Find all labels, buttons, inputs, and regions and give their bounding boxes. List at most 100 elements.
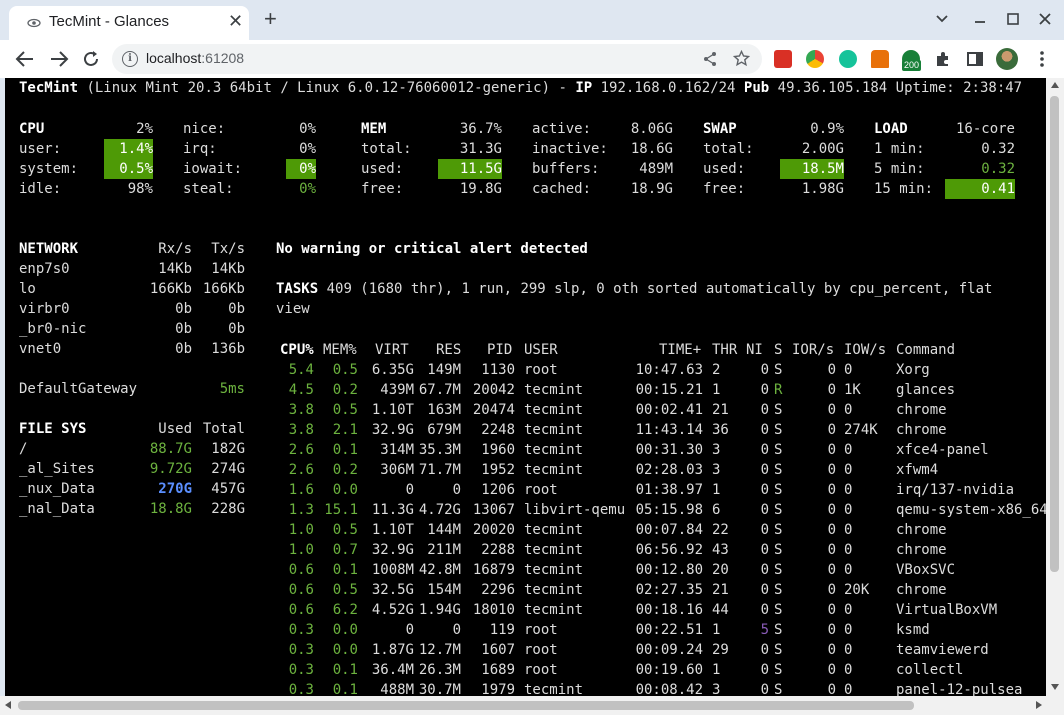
process-mem: 0.0 bbox=[332, 622, 358, 638]
filesys-used-value: 9.72G bbox=[149, 461, 192, 477]
flipboard-extension-icon[interactable] bbox=[774, 50, 792, 68]
process-mem: 0.2 bbox=[332, 462, 358, 478]
vertical-scrollbar[interactable] bbox=[1046, 78, 1064, 696]
horizontal-scroll-thumb[interactable] bbox=[18, 701, 914, 710]
process-mem: 6.2 bbox=[332, 602, 358, 618]
color-picker-extension-icon[interactable] bbox=[806, 50, 824, 68]
horizontal-scrollbar[interactable] bbox=[0, 696, 1064, 715]
process-command: chrome bbox=[896, 422, 947, 438]
share-icon[interactable] bbox=[702, 51, 718, 67]
process-res: 163M bbox=[427, 402, 461, 418]
star-icon[interactable] bbox=[733, 50, 750, 67]
process-io-read: 0 bbox=[827, 462, 836, 478]
process-time: 00:08.42 bbox=[635, 682, 703, 696]
extensions-icon[interactable] bbox=[934, 50, 952, 68]
profile-avatar-icon[interactable] bbox=[996, 48, 1018, 70]
browser-tab[interactable]: TecMint - Glances ✕ bbox=[9, 6, 249, 40]
process-threads: 21 bbox=[712, 582, 729, 598]
scroll-right-icon[interactable] bbox=[1036, 701, 1042, 709]
glances-eye-icon bbox=[27, 18, 41, 28]
side-panel-icon[interactable] bbox=[966, 50, 984, 68]
process-pid: 119 bbox=[489, 622, 515, 638]
process-mem: 0.1 bbox=[332, 662, 358, 678]
process-io-write: 20K bbox=[844, 582, 870, 598]
address-bar[interactable]: i localhost:61208 bbox=[112, 44, 762, 74]
process-state: S bbox=[774, 622, 783, 638]
process-state: S bbox=[774, 482, 783, 498]
info-icon[interactable]: i bbox=[122, 51, 138, 67]
menu-icon[interactable] bbox=[1033, 50, 1051, 68]
network-rx-value: 0b bbox=[175, 321, 192, 337]
filesys-total-value: 274G bbox=[211, 461, 245, 477]
scroll-down-icon[interactable] bbox=[1051, 684, 1059, 690]
process-mem: 0.1 bbox=[332, 682, 358, 696]
lighthouse-extension-icon[interactable] bbox=[871, 50, 889, 68]
process-io-read: 0 bbox=[827, 562, 836, 578]
process-state: R bbox=[774, 382, 783, 398]
process-threads: 20 bbox=[712, 562, 729, 578]
process-io-read: 0 bbox=[827, 502, 836, 518]
process-time: 00:12.80 bbox=[635, 562, 703, 578]
maximize-icon[interactable] bbox=[1006, 12, 1020, 26]
network-tx-value: 0b bbox=[228, 301, 245, 317]
process-state: S bbox=[774, 682, 783, 696]
process-res: 149M bbox=[427, 362, 461, 378]
process-user: tecmint bbox=[524, 602, 584, 618]
reload-icon[interactable] bbox=[80, 49, 102, 69]
sort-mem-column[interactable]: MEM% bbox=[323, 340, 357, 360]
process-user: tecmint bbox=[524, 562, 584, 578]
process-time: 00:19.60 bbox=[635, 662, 703, 678]
forward-icon[interactable] bbox=[48, 50, 70, 68]
process-res: 12.7M bbox=[418, 642, 461, 658]
filesys-used-value: 270G bbox=[158, 481, 192, 497]
process-nice: 0 bbox=[760, 562, 769, 578]
filesys-mount-name: _nal_Data bbox=[19, 501, 95, 517]
url-text[interactable]: localhost:61208 bbox=[146, 50, 244, 66]
network-tx-value: 14Kb bbox=[211, 261, 245, 277]
process-virt: 1.10T bbox=[371, 522, 414, 538]
process-mem: 2.1 bbox=[332, 422, 358, 438]
process-pid: 16879 bbox=[472, 562, 515, 578]
process-cpu: 0.3 bbox=[288, 662, 314, 678]
process-io-write: 274K bbox=[844, 422, 878, 438]
process-time: 00:31.30 bbox=[635, 442, 703, 458]
process-cpu: 5.4 bbox=[288, 362, 314, 378]
process-mem: 0.2 bbox=[332, 382, 358, 398]
back-icon[interactable] bbox=[14, 50, 36, 68]
network-tx-value: 166Kb bbox=[202, 281, 245, 297]
process-pid: 2248 bbox=[481, 422, 515, 438]
process-res: 26.3M bbox=[418, 662, 461, 678]
new-tab-icon[interactable]: + bbox=[264, 6, 277, 32]
process-threads: 29 bbox=[712, 642, 729, 658]
process-user: tecmint bbox=[524, 682, 584, 696]
process-io-write: 0 bbox=[844, 622, 853, 638]
vertical-scroll-thumb[interactable] bbox=[1050, 96, 1059, 572]
process-time: 02:27.35 bbox=[635, 582, 703, 598]
process-pid: 1689 bbox=[481, 662, 515, 678]
process-pid: 1130 bbox=[481, 362, 515, 378]
process-state: S bbox=[774, 602, 783, 618]
process-command: xfce4-panel bbox=[896, 442, 989, 458]
process-time: 11:43.14 bbox=[635, 422, 703, 438]
process-io-write: 0 bbox=[844, 642, 853, 658]
scroll-left-icon[interactable] bbox=[5, 701, 11, 709]
close-window-icon[interactable] bbox=[1038, 12, 1052, 26]
tab-search-chevron-icon[interactable] bbox=[935, 12, 949, 26]
process-nice: 0 bbox=[760, 482, 769, 498]
process-mem: 0.5 bbox=[332, 402, 358, 418]
process-io-read: 0 bbox=[827, 602, 836, 618]
grammarly-extension-icon[interactable] bbox=[839, 50, 857, 68]
browser-toolbar: i localhost:61208 200 bbox=[0, 40, 1064, 78]
process-command: chrome bbox=[896, 402, 947, 418]
status-code-extension-icon[interactable]: 200 bbox=[902, 50, 922, 71]
scroll-up-icon[interactable] bbox=[1051, 82, 1059, 88]
process-state: S bbox=[774, 362, 783, 378]
sort-cpu-column[interactable]: CPU% bbox=[280, 340, 314, 360]
process-time: 02:28.03 bbox=[635, 462, 703, 478]
minimize-icon[interactable] bbox=[973, 12, 987, 26]
close-tab-icon[interactable]: ✕ bbox=[228, 11, 243, 32]
process-pid: 13067 bbox=[472, 502, 515, 518]
process-time: 06:56.92 bbox=[635, 542, 703, 558]
process-res: 67.7M bbox=[418, 382, 461, 398]
process-state: S bbox=[774, 522, 783, 538]
